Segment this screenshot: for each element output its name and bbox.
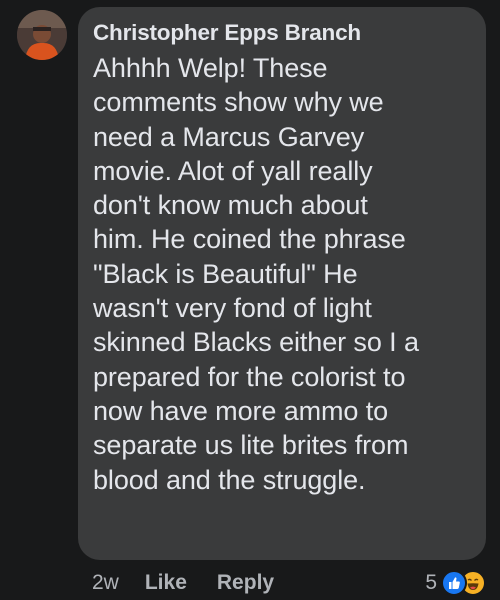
- reply-button[interactable]: Reply: [217, 571, 274, 595]
- comment-author[interactable]: Christopher Epps Branch: [93, 19, 470, 47]
- avatar[interactable]: [17, 10, 67, 60]
- comment-actions: 2w Like Reply: [92, 568, 274, 598]
- comment-thread: Christopher Epps Branch Ahhhh Welp! Thes…: [0, 0, 500, 600]
- comment-bubble: Christopher Epps Branch Ahhhh Welp! Thes…: [78, 7, 486, 560]
- comment-timestamp[interactable]: 2w: [92, 571, 119, 595]
- reactions-summary[interactable]: 5: [425, 568, 486, 598]
- like-button[interactable]: Like: [145, 571, 187, 595]
- like-reaction-icon: [441, 570, 467, 596]
- comment-text: Ahhhh Welp! These comments show why we n…: [93, 53, 419, 495]
- reaction-count: 5: [425, 571, 437, 594]
- avatar-photo-icon: [17, 10, 67, 60]
